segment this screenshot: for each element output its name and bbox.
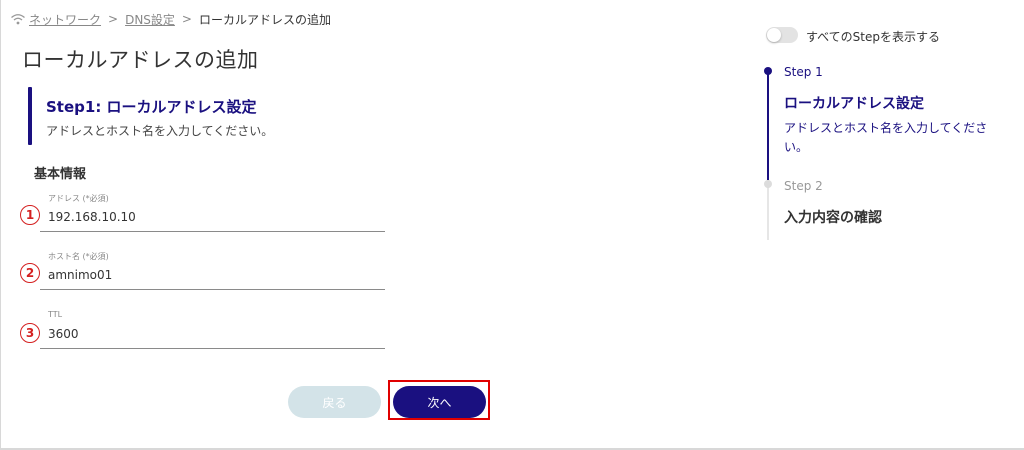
step-title: Step1: ローカルアドレス設定 [46,98,257,116]
step-1-title: ローカルアドレス設定 [784,96,924,112]
step-description: アドレスとホスト名を入力してください。 [46,124,274,138]
hostname-underline [40,289,385,290]
annotation-marker-1: 1 [20,205,40,225]
next-button-highlight [388,380,490,420]
address-underline [40,231,385,232]
step-1-description: アドレスとホスト名を入力してください。 [784,121,988,154]
breadcrumb-dns-settings[interactable]: DNS設定 [125,11,175,28]
step-timeline-progress [767,70,769,180]
step-2-label: Step 2 [784,179,823,193]
ttl-field[interactable]: TTL 3600 [40,310,385,350]
back-button[interactable]: 戻る [288,386,381,418]
ttl-input[interactable]: 3600 [48,327,79,341]
frame-border-left [0,0,1,450]
show-all-steps-label: すべてのStepを表示する [806,30,941,44]
ttl-label: TTL [48,310,63,319]
ttl-underline [40,348,385,349]
annotation-marker-2: 2 [20,263,40,283]
wifi-icon [11,14,25,25]
breadcrumb-current: ローカルアドレスの追加 [198,12,331,27]
breadcrumb-separator: > [108,12,119,26]
step-accent-bar [28,87,32,145]
section-title-basic-info: 基本情報 [34,167,87,182]
step-1-indicator-dot [764,67,772,75]
breadcrumb-separator: > [181,12,192,26]
annotation-marker-3: 3 [20,323,40,343]
hostname-input[interactable]: amnimo01 [48,268,112,282]
toggle-knob [767,28,781,42]
breadcrumb: ネットワーク > DNS設定 > ローカルアドレスの追加 [10,9,331,29]
step-header: Step1: ローカルアドレス設定 アドレスとホスト名を入力してください。 [28,87,408,145]
address-label: アドレス (*必須) [48,194,109,203]
page-title: ローカルアドレスの追加 [22,48,259,72]
step-2-title: 入力内容の確認 [784,210,882,226]
hostname-field[interactable]: ホスト名 (*必須) amnimo01 [40,251,385,291]
step-2-indicator-dot [764,180,772,188]
breadcrumb-network[interactable]: ネットワーク [29,11,101,28]
address-input[interactable]: 192.168.10.10 [48,210,136,224]
address-field[interactable]: アドレス (*必須) 192.168.10.10 [40,193,385,233]
step-1-label: Step 1 [784,65,823,79]
hostname-label: ホスト名 (*必須) [48,252,109,261]
show-all-steps-toggle[interactable] [766,27,798,43]
